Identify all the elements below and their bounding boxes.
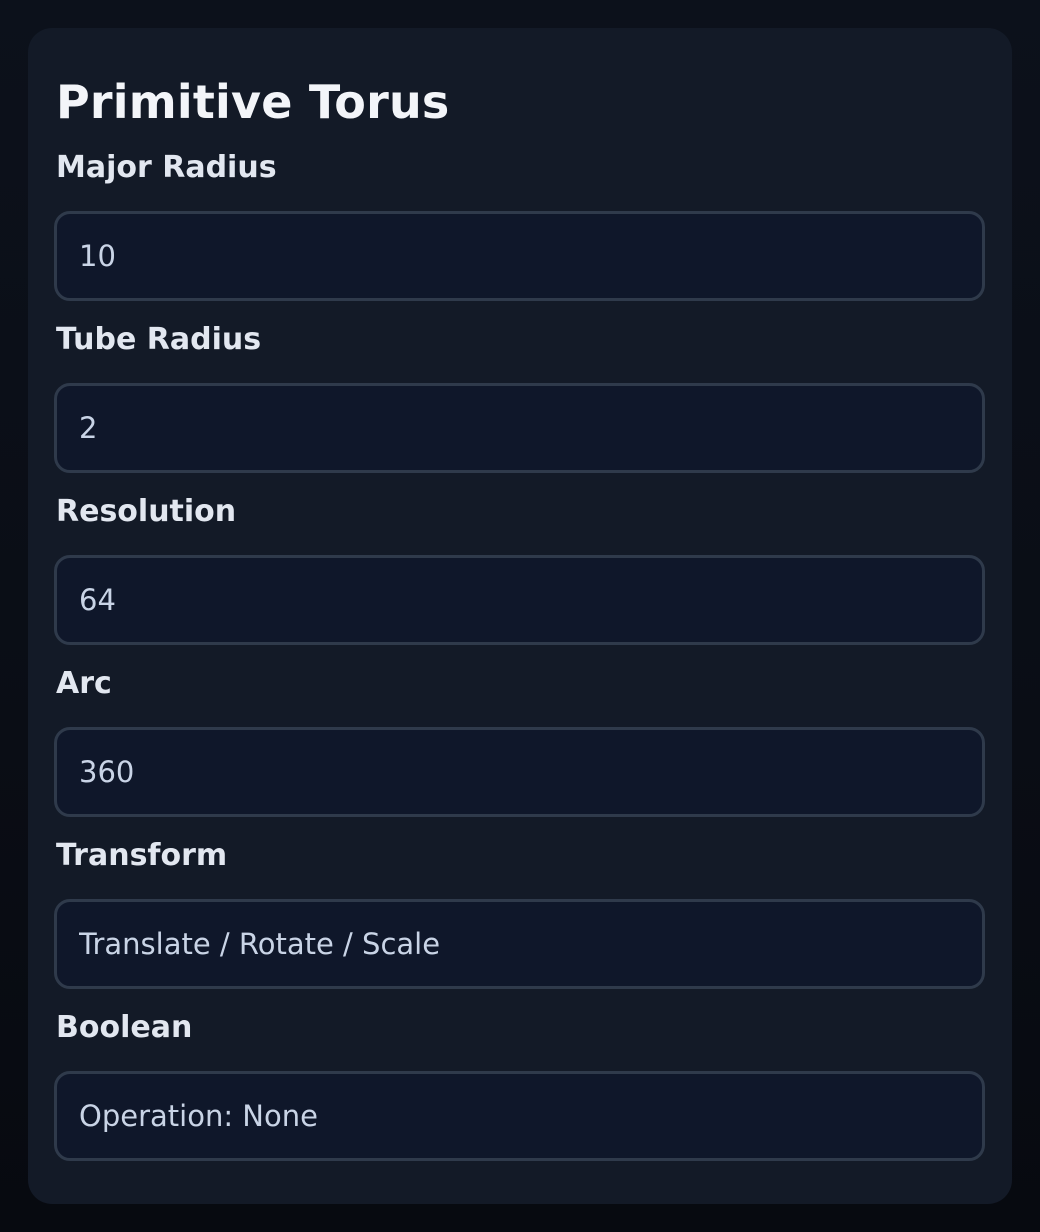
arc-input[interactable] — [54, 727, 985, 817]
boolean-label: Boolean — [56, 1010, 193, 1045]
panel-title: Primitive Torus — [56, 75, 450, 129]
resolution-input[interactable] — [54, 555, 985, 645]
tube-radius-input[interactable] — [54, 383, 985, 473]
transform-label: Transform — [56, 838, 228, 873]
torus-properties-panel: Primitive Torus Major Radius Tube Radius… — [28, 28, 1012, 1204]
arc-label: Arc — [56, 666, 112, 701]
major-radius-label: Major Radius — [56, 150, 277, 185]
tube-radius-label: Tube Radius — [56, 322, 262, 357]
boolean-input[interactable] — [54, 1071, 985, 1161]
resolution-label: Resolution — [56, 494, 237, 529]
major-radius-input[interactable] — [54, 211, 985, 301]
transform-input[interactable] — [54, 899, 985, 989]
